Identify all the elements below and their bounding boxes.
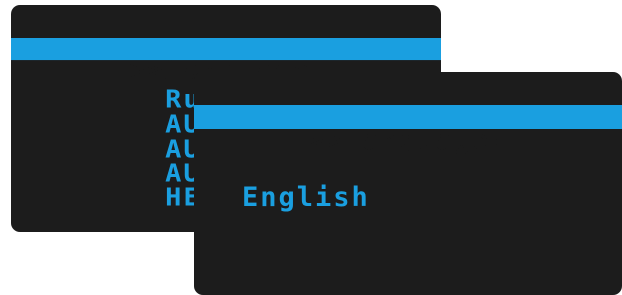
lcd-screens-composite: >>Language Run on AUTO cl AUTO pl AUTO p… (0, 0, 622, 295)
language-title: Language: (344, 125, 509, 156)
language-header: >>Language: (194, 105, 622, 154)
language-setting-screen: >>Language: English (194, 72, 622, 295)
language-value[interactable]: English (242, 184, 370, 211)
menu-item-language[interactable]: >>Language (11, 38, 441, 83)
menu-cursor: >> (307, 125, 345, 156)
